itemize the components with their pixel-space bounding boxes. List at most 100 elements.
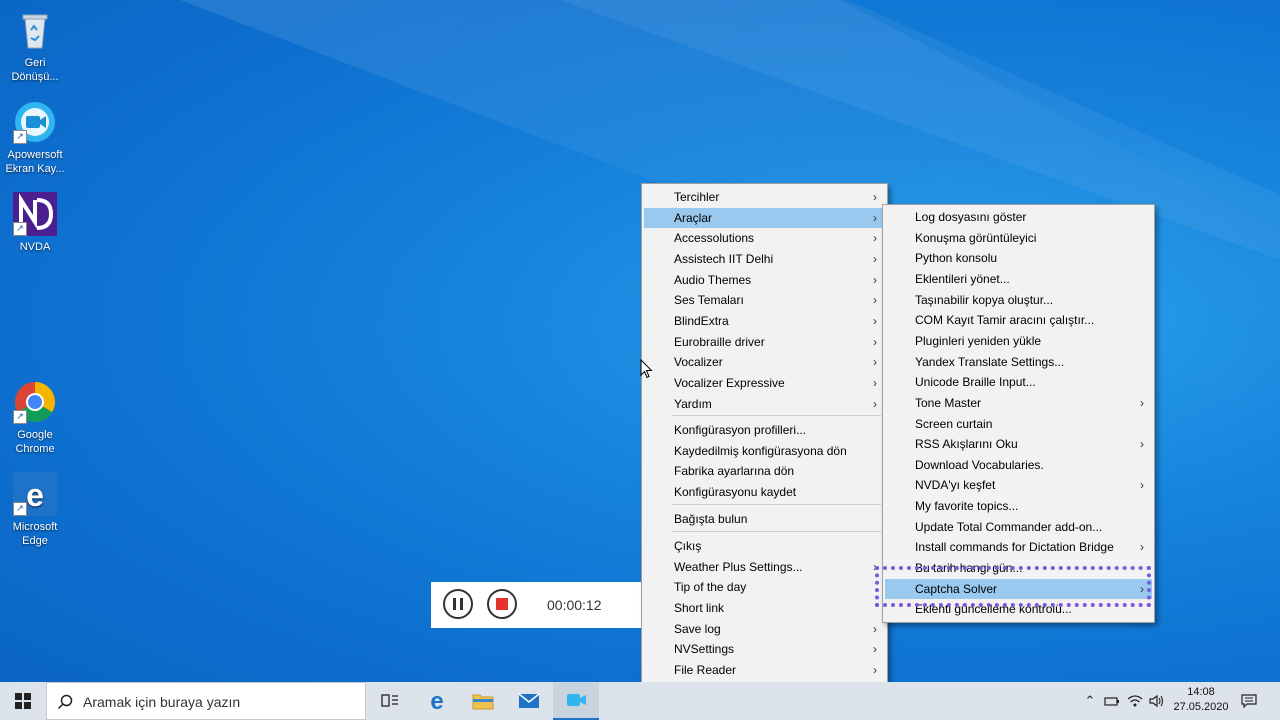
menu-item-update-total-commander-add-on[interactable]: Update Total Commander add-on... [885, 517, 1152, 537]
menu-item-konfigurasyon-profilleri[interactable]: Konfigürasyon profilleri... [644, 420, 885, 440]
menu-item-file-reader[interactable]: File Reader › [644, 660, 885, 680]
nvda-icon: ↗ [13, 192, 57, 236]
taskbar-clock[interactable]: 14:08 27.05.2020 [1170, 685, 1232, 715]
menu-item-araclar[interactable]: Araçlar › [644, 207, 885, 228]
shortcut-arrow-icon: ↗ [13, 130, 27, 144]
menu-item-nvsettings[interactable]: NVSettings › [644, 639, 885, 659]
menu-item-label: Accessolutions [674, 231, 755, 246]
tray-volume-button[interactable] [1147, 682, 1167, 720]
mail-icon [518, 693, 540, 708]
menu-item-label: Konfigürasyon profilleri... [674, 423, 807, 437]
menu-item-blindextra[interactable]: BlindExtra › [644, 311, 885, 331]
menu-item-vocalizer-expressive[interactable]: Vocalizer Expressive › [644, 373, 885, 393]
pause-button[interactable] [443, 589, 473, 619]
menu-item-label: Screen curtain [915, 416, 993, 431]
chevron-right-icon: › [873, 293, 877, 308]
taskbar-search-box[interactable]: Aramak için buraya yazın [46, 682, 366, 720]
menu-item-python-konsolu[interactable]: Python konsolu [885, 248, 1152, 268]
chevron-right-icon: › [873, 375, 877, 390]
menu-item-c-k-s[interactable]: Çıkış [644, 536, 885, 556]
chevron-right-icon: › [1140, 395, 1144, 410]
desktop-icon-chrome[interactable]: ↗ Google Chrome [4, 380, 66, 456]
menu-item-captcha-solver[interactable]: Captcha Solver › [885, 578, 1152, 599]
menu-item-ses-temalar[interactable]: Ses Temaları › [644, 290, 885, 310]
menu-item-yard-m[interactable]: Yardım › [644, 394, 885, 414]
menu-item-eklenti-guncelleme-kontrolu[interactable]: Eklenti güncelleme kontrolü... [885, 599, 1152, 619]
menu-separator [672, 415, 881, 416]
menu-item-install-commands-for-dictation-bridge[interactable]: Install commands for Dictation Bridge › [885, 537, 1152, 557]
menu-item-label: Çıkış [674, 539, 702, 553]
menu-item-bag-sta-bulun[interactable]: Bağışta bulun [644, 509, 885, 529]
menu-item-bu-tarih-hangi-gun[interactable]: Bu tarih hangi gün... [885, 558, 1152, 578]
show-hidden-icons-button[interactable]: ⌃ [1080, 682, 1100, 720]
taskbar-file-explorer-button[interactable] [460, 682, 506, 720]
menu-item-weather-plus-settings[interactable]: Weather Plus Settings... › [644, 557, 885, 577]
menu-item-pluginleri-yeniden-yukle[interactable]: Pluginleri yeniden yükle [885, 331, 1152, 351]
menu-item-label: Save log [674, 621, 721, 636]
menu-item-fabrika-ayarlar-na-don[interactable]: Fabrika ayarlarına dön [644, 461, 885, 481]
menu-item-tone-master[interactable]: Tone Master › [885, 393, 1152, 413]
menu-item-label: Kaydedilmiş konfigürasyona dön [674, 443, 847, 458]
menu-item-unicode-braille-input[interactable]: Unicode Braille Input... [885, 372, 1152, 392]
taskbar-edge-button[interactable]: e [414, 682, 460, 720]
desktop-icon-nvda[interactable]: ↗ NVDA [4, 192, 66, 254]
desktop-icon-recycle-bin[interactable]: Geri Dönüşü... [4, 8, 66, 84]
menu-item-label: BlindExtra [674, 313, 729, 328]
tray-device-icon[interactable] [1102, 682, 1122, 720]
menu-item-tercihler[interactable]: Tercihler › [644, 187, 885, 207]
menu-item-kaydedilmis-konfigurasyona-don[interactable]: Kaydedilmiş konfigürasyona dön [644, 441, 885, 461]
menu-item-label: Log dosyasını göster [915, 210, 1027, 224]
pause-icon [453, 598, 463, 610]
menu-item-tas-nabilir-kopya-olustur[interactable]: Taşınabilir kopya oluştur... [885, 290, 1152, 310]
menu-item-konusma-goruntuleyici[interactable]: Konuşma görüntüleyici [885, 228, 1152, 248]
menu-item-label: Captcha Solver [915, 581, 998, 596]
menu-item-com-kay-t-tamir-arac-n-cal-st-r[interactable]: COM Kayıt Tamir aracını çalıştır... [885, 310, 1152, 330]
stop-button[interactable] [487, 589, 517, 619]
taskbar-apowersoft-button[interactable] [553, 682, 599, 720]
menu-item-my-favorite-topics[interactable]: My favorite topics... [885, 496, 1152, 516]
menu-item-screen-curtain[interactable]: Screen curtain [885, 414, 1152, 434]
menu-item-short-link[interactable]: Short link [644, 598, 885, 618]
folder-icon [472, 694, 494, 710]
menu-item-vocalizer[interactable]: Vocalizer › [644, 352, 885, 372]
start-button[interactable] [0, 682, 46, 720]
menu-item-label: NVDA'yı keşfet [915, 478, 996, 493]
menu-item-label: Bu tarih hangi gün... [915, 561, 1023, 576]
task-view-button[interactable] [367, 682, 413, 720]
menu-item-label: RSS Akışlarını Oku [915, 437, 1018, 452]
menu-item-label: Tip of the day [674, 580, 747, 595]
menu-item-download-vocabularies[interactable]: Download Vocabularies. [885, 455, 1152, 475]
menu-item-eurobraille-driver[interactable]: Eurobraille driver › [644, 332, 885, 352]
desktop-icon-label: Apowersoft Ekran Kay... [5, 149, 65, 175]
menu-item-label: Unicode Braille Input... [915, 375, 1036, 390]
menu-item-accessolutions[interactable]: Accessolutions › [644, 228, 885, 248]
search-icon [57, 694, 73, 710]
chevron-up-icon: ⌃ [1084, 693, 1096, 708]
menu-item-tip-of-the-day[interactable]: Tip of the day [644, 577, 885, 597]
taskbar-mail-button[interactable] [506, 682, 552, 720]
menu-item-nvda-y-kesfet[interactable]: NVDA'yı keşfet › [885, 475, 1152, 495]
menu-item-log-dosyas-n-goster[interactable]: Log dosyasını göster [885, 207, 1152, 227]
menu-item-save-log[interactable]: Save log › [644, 619, 885, 639]
menu-item-yandex-translate-settings[interactable]: Yandex Translate Settings... [885, 352, 1152, 372]
menu-item-audio-themes[interactable]: Audio Themes › [644, 270, 885, 290]
tools-submenu: Log dosyasını göster Konuşma görüntüleyic… [882, 204, 1155, 623]
menu-item-assistech-iit-delhi[interactable]: Assistech IIT Delhi › [644, 249, 885, 269]
action-center-button[interactable] [1236, 682, 1262, 720]
desktop-icon-apowersoft[interactable]: ↗ Apowersoft Ekran Kay... [4, 100, 66, 176]
menu-item-konfigurasyonu-kaydet[interactable]: Konfigürasyonu kaydet [644, 482, 885, 502]
chevron-right-icon: › [1140, 581, 1144, 596]
taskbar: Aramak için buraya yazın e ⌃ 14:08 27.05… [0, 682, 1280, 720]
chevron-right-icon: › [873, 334, 877, 349]
svg-text:e: e [430, 690, 443, 712]
menu-separator [672, 504, 881, 505]
desktop-icon-label: NVDA [19, 241, 51, 253]
chevron-right-icon: › [873, 662, 877, 677]
desktop-icon-edge[interactable]: e ↗ Microsoft Edge [4, 472, 66, 548]
menu-item-eklentileri-yonet[interactable]: Eklentileri yönet... [885, 269, 1152, 289]
menu-item-rss-ak-slar-n-oku[interactable]: RSS Akışlarını Oku › [885, 434, 1152, 454]
wifi-icon [1127, 695, 1143, 707]
chevron-right-icon: › [873, 190, 877, 204]
windows-logo-icon [15, 693, 31, 709]
tray-network-button[interactable] [1125, 682, 1145, 720]
